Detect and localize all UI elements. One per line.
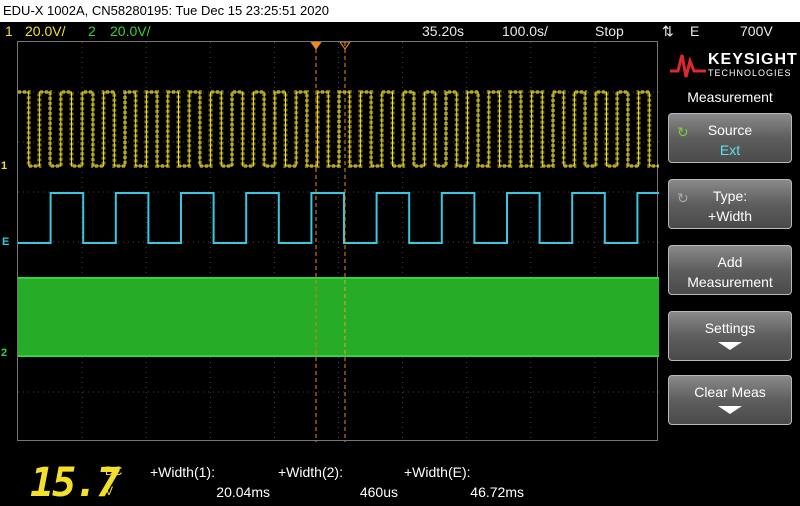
ext-ground-marker[interactable]: E	[2, 236, 9, 248]
type-softkey[interactable]: ↻ Type: +Width	[668, 179, 792, 229]
source-label: Source	[707, 122, 753, 138]
measurement-label: +Width(E):	[404, 464, 471, 480]
ch2-ground-marker[interactable]: 2	[1, 347, 7, 359]
measurement-label: +Width(1):	[150, 464, 215, 480]
timebase-readout[interactable]: 100.0s/	[502, 22, 548, 41]
keysight-logo: KEYSIGHT TECHNOLOGIES	[660, 41, 800, 85]
submenu-arrow-icon	[718, 342, 742, 350]
type-value: +Width	[708, 208, 752, 224]
ch2-waveform	[18, 277, 659, 357]
source-softkey[interactable]: ↻ Source Ext	[668, 113, 792, 163]
trigger-arrows-icon: ⇅	[662, 23, 674, 39]
coupling-unit: V	[105, 484, 114, 498]
settings-softkey[interactable]: Settings	[668, 311, 792, 361]
add-label-1: Add	[717, 254, 743, 270]
add-label-2: Measurement	[687, 274, 773, 290]
type-label: Type:	[712, 188, 748, 204]
ch2-number[interactable]: 2	[88, 22, 96, 41]
measurement-value: 460us	[359, 484, 398, 500]
waveform-display[interactable]	[17, 41, 659, 442]
submenu-arrow-icon	[718, 406, 742, 414]
measurement-label: +Width(2):	[278, 464, 343, 480]
brand-name: KEYSIGHT	[708, 51, 798, 68]
delay-readout[interactable]: 35.20s	[422, 22, 464, 41]
waveform-canvas	[18, 42, 659, 442]
ch1-scale[interactable]: 20.0V/	[25, 22, 65, 41]
add-measurement-softkey[interactable]: Add Measurement	[668, 245, 792, 295]
run-state[interactable]: Stop	[595, 22, 624, 41]
trigger-source[interactable]: E	[690, 22, 699, 41]
trigger-level[interactable]: 700V	[740, 22, 773, 41]
ch1-waveform	[18, 90, 659, 168]
keysight-wave-icon	[670, 54, 706, 78]
window-title: EDU-X 1002A, CN58280195: Tue Dec 15 23:2…	[0, 0, 800, 22]
menu-title: Measurement	[687, 89, 773, 105]
clear-label: Clear Meas	[694, 384, 766, 400]
softkey-panel: KEYSIGHT TECHNOLOGIES Measurement ↻ Sour…	[660, 41, 800, 503]
brand-sub: TECHNOLOGIES	[708, 68, 792, 78]
ch1-number[interactable]: 1	[5, 22, 13, 41]
coupling-dc: DC	[105, 464, 123, 478]
measurement-bar: 15.7 DC V +Width(1): 20.04ms +Width(2): …	[0, 460, 660, 506]
ch2-scale[interactable]: 20.0V/	[110, 22, 150, 41]
settings-label: Settings	[704, 320, 756, 336]
measurement-value: 46.72ms	[470, 484, 524, 500]
source-value: Ext	[719, 142, 741, 158]
ch1-ground-marker[interactable]: 1	[1, 160, 7, 172]
clear-meas-softkey[interactable]: Clear Meas	[668, 375, 792, 425]
measurement-value: 20.04ms	[216, 484, 270, 500]
status-bar: 1 20.0V/ 2 20.0V/ 35.20s 100.0s/ Stop ⇅ …	[0, 22, 800, 41]
